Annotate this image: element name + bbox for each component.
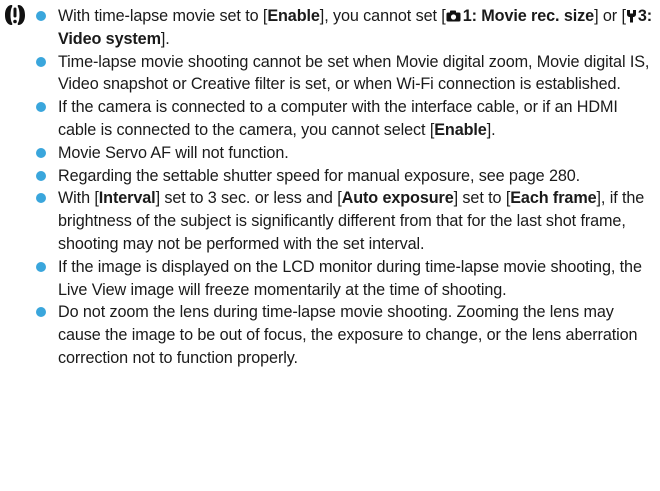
setup-wrench-tab-icon: [626, 10, 636, 23]
caution-notes-list: With time-lapse movie set to [Enable], y…: [34, 5, 654, 370]
note-incompatible-functions: Time-lapse movie shooting cannot be set …: [34, 51, 654, 97]
enable-option: Enable: [434, 120, 487, 139]
enable-option: Enable: [267, 7, 320, 25]
caution-icon: [2, 2, 28, 28]
note-movie-settings: With time-lapse movie set to [Enable], y…: [34, 5, 654, 51]
interval-option: Interval: [98, 189, 156, 208]
bullet: [36, 11, 46, 21]
bullet: [36, 102, 46, 113]
movie-rec-size-ref: 1: Movie rec. size: [446, 7, 594, 25]
note-lcd-display: If the image is displayed on the LCD mon…: [34, 256, 654, 302]
note-shutter-speed: Regarding the settable shutter speed for…: [34, 165, 654, 188]
bullet: [36, 193, 46, 204]
bullet: [36, 56, 46, 67]
auto-exposure-option: Auto exposure: [341, 189, 454, 208]
manual-page: With time-lapse movie set to [Enable], y…: [0, 0, 660, 491]
camera-shooting-tab-icon: [446, 10, 461, 22]
each-frame-option: Each frame: [510, 189, 597, 208]
bullet: [36, 307, 46, 318]
bullet: [36, 261, 46, 272]
bullet: [36, 147, 46, 158]
bullet: [36, 170, 46, 181]
note-interval-exposure: With [Interval] set to 3 sec. or less an…: [34, 187, 654, 255]
note-servo-af: Movie Servo AF will not function.: [34, 142, 654, 165]
note-zoom-lens: Do not zoom the lens during time-lapse m…: [34, 301, 654, 369]
note-cable-connection: If the camera is connected to a computer…: [34, 96, 654, 142]
